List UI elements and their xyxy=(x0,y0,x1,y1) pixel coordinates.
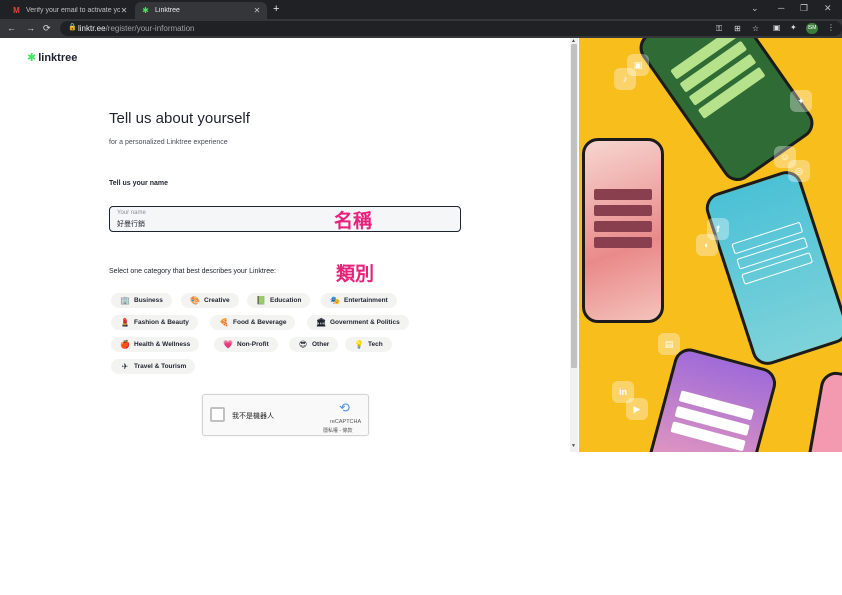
instagram-icon: ◎ xyxy=(788,160,810,182)
name-input-value: 好曼行銷 xyxy=(117,221,145,228)
book-icon: 📗 xyxy=(256,296,266,305)
pizza-icon: 🍕 xyxy=(219,318,229,327)
tab-title: Linktree xyxy=(155,7,180,14)
bookmark-star-icon[interactable]: ☆ xyxy=(752,24,759,33)
linktree-logo-icon: ✱ xyxy=(27,52,37,64)
category-entertainment[interactable]: 🎭 Entertainment xyxy=(321,293,397,308)
category-health-wellness[interactable]: 🍎 Health & Wellness xyxy=(111,337,200,352)
browser-tab-strip: M Verify your email to activate yo ✕ ✱ L… xyxy=(0,0,842,19)
category-other[interactable]: 😎 Other xyxy=(289,337,339,352)
recaptcha-checkbox[interactable] xyxy=(210,407,225,422)
phone-mockup-pink-right xyxy=(805,369,842,452)
page-subtitle: for a personalized Linktree experience xyxy=(109,139,228,146)
category-business[interactable]: 🏢 Business xyxy=(111,293,172,308)
palette-icon: 🎨 xyxy=(190,296,200,305)
name-section-label: Tell us your name xyxy=(109,180,168,187)
recaptcha-terms-link[interactable]: 隱私權 - 條款 xyxy=(323,427,352,434)
maximize-button[interactable]: ❐ xyxy=(800,3,808,14)
linktree-icon: ✱ xyxy=(142,6,149,15)
page-title: Tell us about yourself xyxy=(109,110,250,127)
government-building-icon: 🏛 xyxy=(316,318,327,327)
tab-title: Verify your email to activate yo xyxy=(26,7,120,14)
recaptcha-label: 我不是機器人 xyxy=(232,413,274,420)
tab-linktree[interactable]: ✱ Linktree ✕ xyxy=(135,2,267,19)
promo-illustration: ▣ ♪ ✦ ☺ ◎ f ◐ ▤ in ▶ xyxy=(579,38,842,452)
minimize-button[interactable]: ─ xyxy=(778,3,784,13)
recaptcha-brand: reCAPTCHA xyxy=(330,419,362,425)
forward-button[interactable]: → xyxy=(26,23,35,33)
close-window-button[interactable]: ✕ xyxy=(824,3,832,14)
category-food-beverage[interactable]: 🍕 Food & Beverage xyxy=(210,315,296,330)
recaptcha-logo-icon: ⟲ xyxy=(339,400,350,415)
youtube-icon: ▶ xyxy=(626,398,648,420)
new-tab-button[interactable]: + xyxy=(273,3,279,15)
category-fashion-beauty[interactable]: 💄 Fashion & Beauty xyxy=(111,315,198,330)
annotation-category: 類別 xyxy=(336,264,375,285)
menu-kebab-icon[interactable]: ⋮ xyxy=(827,23,835,32)
annotation-name: 名稱 xyxy=(334,211,373,232)
lock-icon: 🔒 xyxy=(68,24,77,31)
scroll-down-arrow-icon[interactable]: ▼ xyxy=(571,443,576,449)
name-input[interactable]: Your name 好曼行銷 xyxy=(109,206,461,232)
category-government-politics[interactable]: 🏛 Government & Politics xyxy=(307,315,409,330)
patreon-icon: ◐ xyxy=(696,234,718,256)
tab-gmail[interactable]: M Verify your email to activate yo ✕ xyxy=(6,2,134,19)
heart-icon: 💗 xyxy=(223,340,233,349)
apple-icon: 🍎 xyxy=(120,340,130,349)
extension-icon[interactable]: ▣ xyxy=(773,23,781,32)
category-non-profit[interactable]: 💗 Non-Profit xyxy=(214,337,278,352)
reload-button[interactable]: ⟳ xyxy=(43,23,51,34)
phone-mockup-pink xyxy=(582,138,664,323)
key-icon[interactable]: ⚿ xyxy=(716,24,722,34)
address-bar[interactable]: 🔒 linktr.ee/register/your-information ⚿ … xyxy=(60,21,842,36)
category-education[interactable]: 📗 Education xyxy=(247,293,311,308)
blank-area xyxy=(0,452,842,595)
twitter-icon: ✦ xyxy=(790,90,812,112)
recaptcha-widget: 我不是機器人 ⟲ reCAPTCHA 隱私權 - 條款 xyxy=(202,394,369,436)
profile-avatar[interactable]: ISM xyxy=(806,23,818,34)
lightbulb-icon: 💡 xyxy=(354,340,364,349)
linktree-logo[interactable]: ✱ linktree xyxy=(27,51,78,65)
airplane-icon: ✈ xyxy=(121,362,129,371)
logo-text: linktree xyxy=(38,51,78,64)
lipstick-icon: 💄 xyxy=(120,318,130,327)
page-scrollbar[interactable]: ▲ ▼ xyxy=(570,38,578,452)
tab-close-icon[interactable]: ✕ xyxy=(253,6,261,15)
extensions-puzzle-icon[interactable]: ✦ xyxy=(790,23,797,32)
page-content: ✱ linktree Tell us about yourself for a … xyxy=(0,38,842,452)
name-input-placeholder: Your name xyxy=(117,210,146,216)
translate-icon[interactable]: ⊞ xyxy=(734,24,741,33)
category-travel-tourism[interactable]: ✈ Travel & Tourism xyxy=(111,359,196,374)
url-text: linktr.ee/register/your-information xyxy=(78,24,195,33)
phone-mockup-blue xyxy=(701,166,842,370)
tab-search-icon[interactable]: ⌄ xyxy=(751,3,759,14)
tab-close-icon[interactable]: ✕ xyxy=(120,6,128,15)
sunglasses-face-icon: 😎 xyxy=(298,340,308,349)
back-button[interactable]: ← xyxy=(7,23,16,33)
category-creative[interactable]: 🎨 Creative xyxy=(181,293,239,308)
scrollbar-thumb[interactable] xyxy=(571,44,577,368)
building-icon: 🏢 xyxy=(120,296,130,305)
category-section-label: Select one category that best describes … xyxy=(109,268,276,275)
masks-icon: 🎭 xyxy=(330,296,340,305)
bandcamp-icon: ▤ xyxy=(658,333,680,355)
category-tech[interactable]: 💡 Tech xyxy=(345,337,392,352)
tiktok-icon: ♪ xyxy=(614,68,636,90)
browser-toolbar: ← → ⟳ 🔒 linktr.ee/register/your-informat… xyxy=(0,19,842,38)
gmail-icon: M xyxy=(13,6,20,15)
